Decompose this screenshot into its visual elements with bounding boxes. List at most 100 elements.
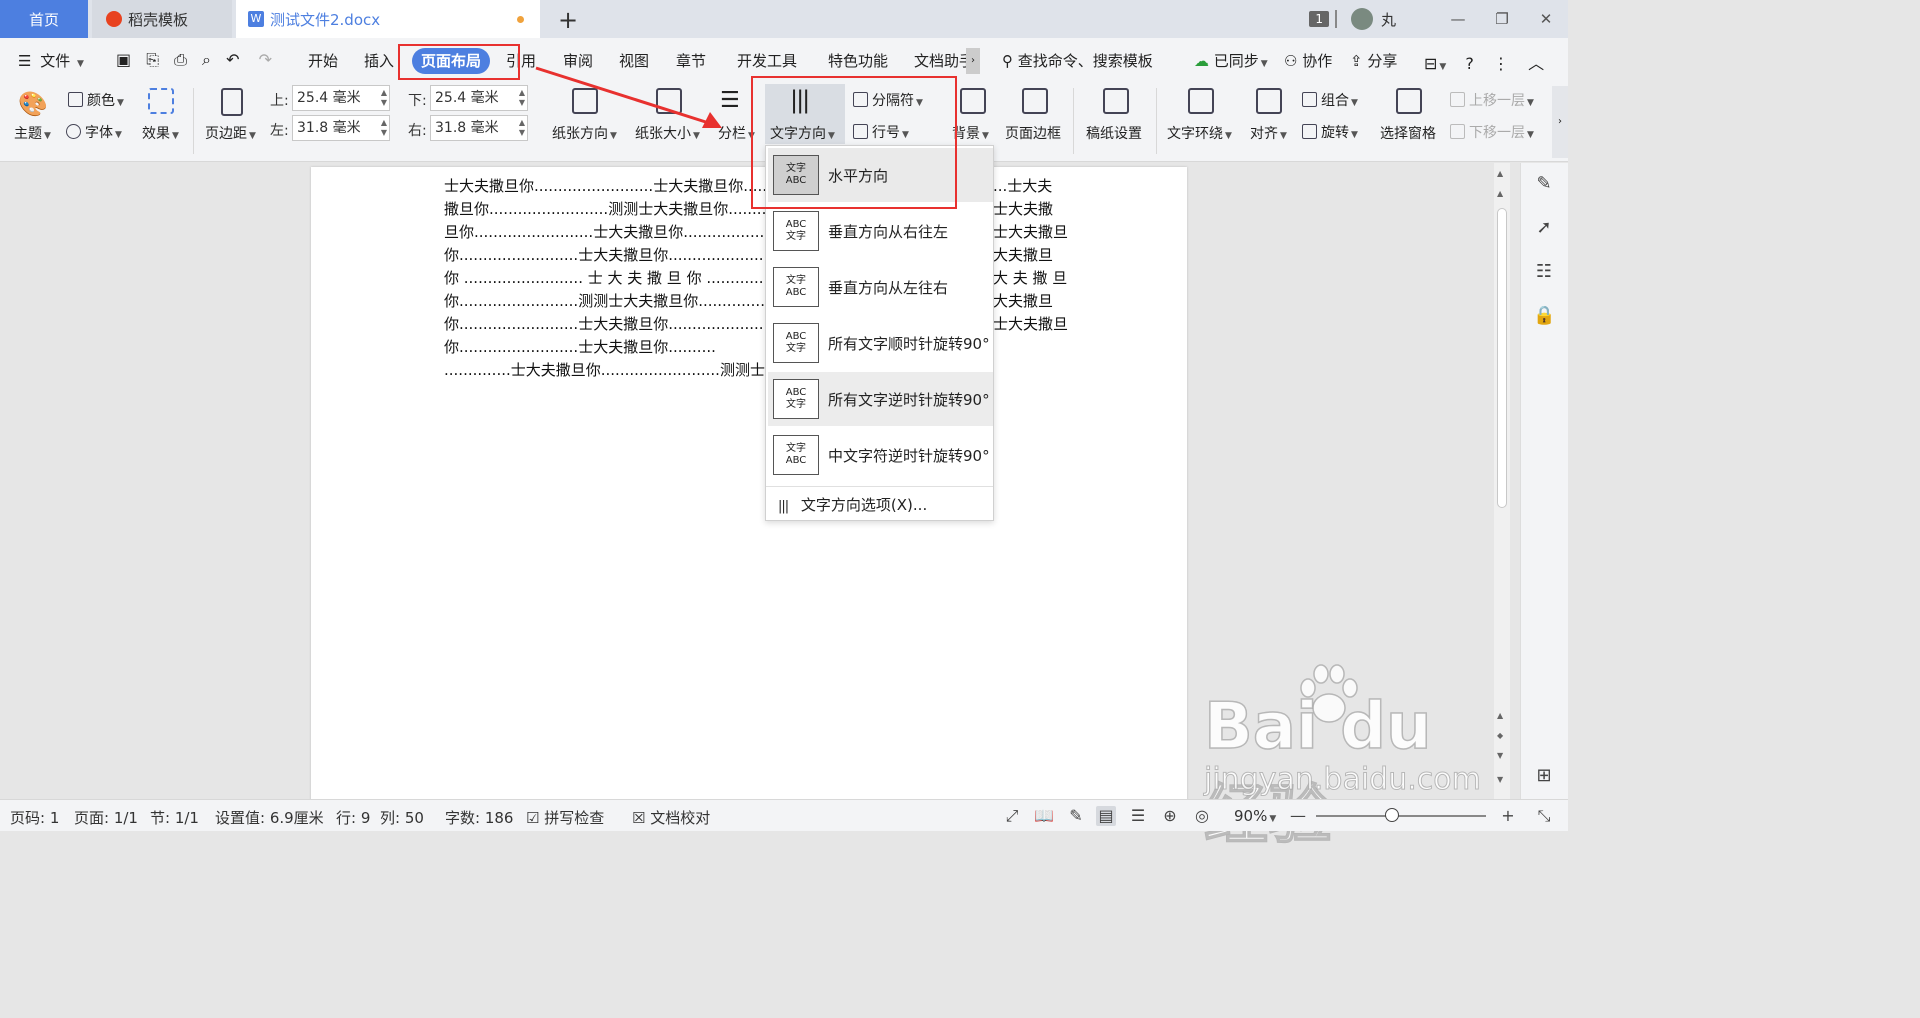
font-button[interactable]: 字体 ▼ xyxy=(66,122,122,142)
zoom-out-icon[interactable]: — xyxy=(1288,806,1308,826)
dd-horizontal[interactable]: 文字 ABC 水平方向 xyxy=(768,148,993,202)
dd-rotate-cw[interactable]: ABC 文字 所有文字顺时针旋转90° xyxy=(768,316,993,370)
send-backward-button[interactable]: 下移一层 ▼ xyxy=(1450,122,1534,142)
file-menu[interactable]: ☰ 文件 ▼ xyxy=(18,50,84,71)
menu-insert[interactable]: 插入 xyxy=(364,50,394,71)
menu-view[interactable]: 视图 xyxy=(619,50,649,71)
menu-scroll-right-icon[interactable]: › xyxy=(966,48,980,74)
margins-button[interactable]: 页边距 ▼ xyxy=(205,123,256,143)
doc-proof-button[interactable]: ☒ 文档校对 xyxy=(632,807,710,828)
save-icon[interactable]: ▣ xyxy=(116,50,131,69)
more-icon[interactable]: ⋮ xyxy=(1493,54,1509,73)
status-section[interactable]: 节: 1/1 xyxy=(150,807,199,828)
selection-pane-button[interactable]: 选择窗格 xyxy=(1380,123,1436,143)
tab-document[interactable]: W 测试文件2.docx xyxy=(236,0,540,38)
window-count-badge[interactable]: 1 xyxy=(1309,11,1329,27)
layout-toggle-icon[interactable]: ⊟ xyxy=(1424,54,1437,73)
menu-reference[interactable]: 引用 xyxy=(506,50,536,71)
scroll-prev-icon[interactable]: ▲ xyxy=(1497,189,1503,198)
page-border-button[interactable]: 页面边框 xyxy=(1005,123,1061,143)
menu-start[interactable]: 开始 xyxy=(308,50,338,71)
vertical-scrollbar[interactable]: ▲ ▲ ▲ ◆ ▼ ▼ xyxy=(1494,163,1510,799)
help-icon[interactable]: ? xyxy=(1465,54,1474,73)
zoom-slider[interactable] xyxy=(1316,815,1486,817)
dd-rotate-ccw[interactable]: ABC 文字 所有文字逆时针旋转90° xyxy=(768,372,993,426)
undo-icon[interactable]: ↶ xyxy=(226,50,239,69)
ribbon-scroll-right-icon[interactable]: › xyxy=(1552,86,1568,158)
zoom-slider-handle[interactable] xyxy=(1385,808,1399,822)
menu-features[interactable]: 特色功能 xyxy=(828,50,888,71)
minimize-icon[interactable]: — xyxy=(1436,10,1480,28)
manuscript-button[interactable]: 稿纸设置 xyxy=(1086,123,1142,143)
document-page[interactable]: 士大夫撒旦你.........................士大夫撒旦你...… xyxy=(311,167,1187,807)
align-button[interactable]: 对齐 ▼ xyxy=(1250,123,1287,143)
columns-button[interactable]: 分栏 ▼ xyxy=(718,123,755,143)
bottom-margin-input[interactable]: 25.4 毫米 ▲ ▼ xyxy=(430,85,528,111)
scroll-thumb[interactable] xyxy=(1497,208,1507,508)
orientation-button[interactable]: 纸张方向 ▼ xyxy=(552,123,617,143)
share-button[interactable]: ⇪ 分享 xyxy=(1350,50,1397,71)
scroll-page-up-icon[interactable]: ▲ xyxy=(1497,711,1503,720)
separator-button[interactable]: 分隔符 ▼ xyxy=(853,90,923,110)
print-preview-icon[interactable]: ⌕ xyxy=(202,50,211,69)
top-margin-input[interactable]: 25.4 毫米 ▲ ▼ xyxy=(292,85,390,111)
status-row[interactable]: 行: 9 xyxy=(336,807,370,828)
sliders-icon[interactable]: ☷ xyxy=(1533,261,1555,283)
spin-stepper-icon[interactable]: ▲ ▼ xyxy=(519,88,525,108)
status-col[interactable]: 列: 50 xyxy=(380,807,424,828)
restore-icon[interactable]: ❐ xyxy=(1480,10,1524,28)
fullscreen-icon[interactable]: ⤢ xyxy=(1002,806,1022,826)
cursor-icon[interactable]: ➚ xyxy=(1533,217,1555,239)
status-setting[interactable]: 设置值: 6.9厘米 xyxy=(215,807,324,828)
avatar[interactable] xyxy=(1350,8,1373,30)
text-wrap-button[interactable]: 文字环绕 ▼ xyxy=(1167,123,1232,143)
dd-cjk-rotate-ccw[interactable]: 文字 ABC 中文字符逆时针旋转90° xyxy=(768,428,993,482)
theme-button[interactable]: 主题 ▼ xyxy=(14,123,51,143)
user-name[interactable]: 丸 xyxy=(1381,9,1396,30)
collab-button[interactable]: ⚇ 协作 xyxy=(1284,50,1332,71)
export-pdf-icon[interactable]: ⎘ xyxy=(146,50,159,69)
zoom-level[interactable]: 90% ▼ xyxy=(1234,807,1276,825)
menu-developer[interactable]: 开发工具 xyxy=(737,50,797,71)
menu-page-layout[interactable]: 页面布局 xyxy=(412,48,490,74)
rotate-button[interactable]: 旋转 ▼ xyxy=(1302,122,1358,142)
bring-forward-button[interactable]: 上移一层 ▼ xyxy=(1450,90,1534,110)
pen-icon[interactable]: ✎ xyxy=(1533,173,1555,195)
lock-icon[interactable]: 🔒 xyxy=(1533,305,1555,327)
edit-mode-icon[interactable]: ✎ xyxy=(1066,806,1086,826)
page-view-icon[interactable]: ▤ xyxy=(1096,806,1116,826)
spell-check-button[interactable]: ☑ 拼写检查 xyxy=(526,807,604,828)
color-button[interactable]: 颜色 ▼ xyxy=(68,90,124,110)
tab-home[interactable]: 首页 xyxy=(0,0,88,38)
status-words[interactable]: 字数: 186 xyxy=(445,807,513,828)
outline-view-icon[interactable]: ☰ xyxy=(1128,806,1148,826)
text-direction-button[interactable]: 文字方向 ▼ xyxy=(770,123,835,143)
new-tab-button[interactable]: + xyxy=(556,6,580,34)
effect-button[interactable]: 效果 ▼ xyxy=(142,123,179,143)
status-pages[interactable]: 页面: 1/1 xyxy=(74,807,138,828)
reading-mode-icon[interactable]: 📖 xyxy=(1034,806,1054,826)
spin-stepper-icon[interactable]: ▲ ▼ xyxy=(381,88,387,108)
left-margin-input[interactable]: 31.8 毫米 ▲ ▼ xyxy=(292,115,390,141)
scroll-up-icon[interactable]: ▲ xyxy=(1497,169,1503,178)
scroll-down-icon[interactable]: ▼ xyxy=(1497,775,1503,784)
scroll-page-down-icon[interactable]: ▼ xyxy=(1497,751,1503,760)
redo-icon[interactable]: ↷ xyxy=(259,50,272,69)
scroll-select-icon[interactable]: ◆ xyxy=(1497,731,1503,740)
background-button[interactable]: 背景 ▼ xyxy=(952,123,989,143)
zoom-in-icon[interactable]: + xyxy=(1498,806,1518,826)
spin-stepper-icon[interactable]: ▲ ▼ xyxy=(519,118,525,138)
menu-doc-assistant[interactable]: 文档助手 xyxy=(914,50,966,71)
dd-vertical-rtl[interactable]: ABC 文字 垂直方向从右往左 xyxy=(768,204,993,258)
close-icon[interactable]: ✕ xyxy=(1524,10,1568,28)
tab-template[interactable]: 稻壳模板 xyxy=(92,0,232,38)
line-number-button[interactable]: 行号 ▼ xyxy=(853,122,909,142)
menu-chapter[interactable]: 章节 xyxy=(676,50,706,71)
collapse-ribbon-icon[interactable]: ︿ xyxy=(1528,54,1544,73)
spin-stepper-icon[interactable]: ▲ ▼ xyxy=(381,118,387,138)
paper-size-button[interactable]: 纸张大小 ▼ xyxy=(635,123,700,143)
search-command[interactable]: ⚲ 查找命令、搜索模板 xyxy=(1002,50,1153,71)
dd-text-direction-options[interactable]: ||| 文字方向选项(X)... xyxy=(778,494,927,515)
status-page-num[interactable]: 页码: 1 xyxy=(10,807,59,828)
grid-apps-icon[interactable]: ⊞ xyxy=(1533,765,1555,787)
